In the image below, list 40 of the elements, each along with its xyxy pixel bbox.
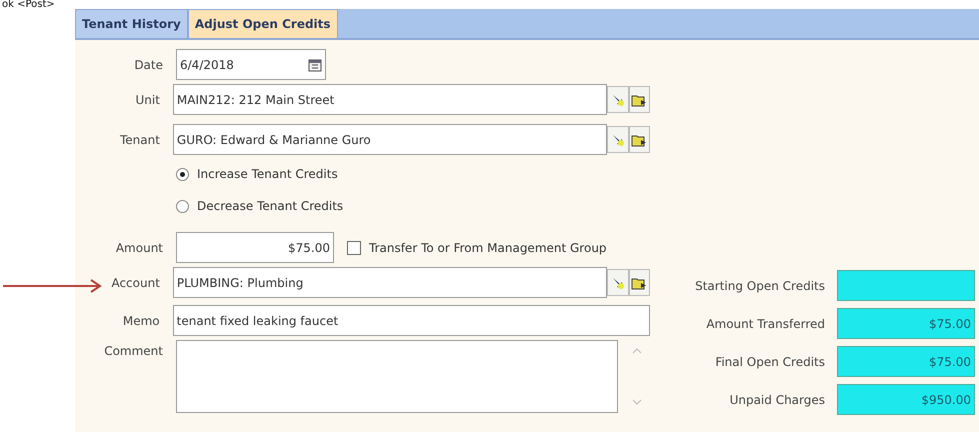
scroll-down-icon[interactable] bbox=[632, 399, 642, 405]
tab[interactable]: Adjust Open Credits bbox=[188, 9, 338, 38]
field-label: Unit bbox=[134, 92, 160, 106]
memo-field[interactable]: tenant fixed leaking faucet bbox=[172, 305, 650, 336]
comment-field[interactable] bbox=[176, 340, 618, 413]
folder-icon bbox=[631, 276, 648, 290]
field-label: Comment bbox=[103, 344, 163, 358]
lookup-field[interactable]: GURO: Edward & Marianne Guro bbox=[172, 124, 608, 155]
folder-icon bbox=[631, 92, 648, 106]
total-label: Starting Open Credits bbox=[694, 278, 825, 292]
total-label: Final Open Credits bbox=[714, 354, 825, 368]
arrow-icon bbox=[3, 278, 103, 294]
pin-icon bbox=[611, 276, 626, 290]
radio-option[interactable]: Increase Tenant Credits bbox=[176, 164, 338, 184]
open-button[interactable] bbox=[628, 269, 650, 296]
checkbox[interactable] bbox=[347, 240, 361, 254]
field-label: Memo bbox=[122, 314, 160, 328]
lookup-field[interactable]: PLUMBING: Plumbing bbox=[172, 267, 608, 298]
pin-icon bbox=[611, 132, 626, 146]
pin-icon bbox=[611, 92, 626, 106]
total-value: $75.00 bbox=[837, 346, 975, 377]
total-value: $950.00 bbox=[837, 384, 975, 415]
calendar-icon bbox=[308, 58, 322, 72]
open-button[interactable] bbox=[628, 126, 650, 153]
lookup-field[interactable]: MAIN212: 212 Main Street bbox=[172, 84, 608, 115]
field-label: Amount bbox=[114, 240, 163, 254]
total-value: $75.00 bbox=[837, 308, 975, 339]
folder-icon bbox=[631, 132, 648, 146]
date-field[interactable]: 6/4/2018 bbox=[176, 49, 326, 80]
radio-option[interactable]: Decrease Tenant Credits bbox=[176, 196, 344, 216]
field-label: Account bbox=[110, 276, 160, 290]
open-button[interactable] bbox=[628, 86, 650, 113]
total-label: Unpaid Charges bbox=[728, 392, 825, 406]
field-label: Date bbox=[133, 58, 163, 72]
field-label: Tenant bbox=[118, 132, 160, 146]
scroll-up-icon[interactable] bbox=[632, 348, 642, 354]
amount-field[interactable]: $75.00 bbox=[176, 232, 334, 263]
checkbox-label: Transfer To or From Management Group bbox=[369, 240, 607, 254]
total-label: Amount Transferred bbox=[705, 316, 825, 330]
tab[interactable]: Tenant History bbox=[75, 9, 188, 38]
